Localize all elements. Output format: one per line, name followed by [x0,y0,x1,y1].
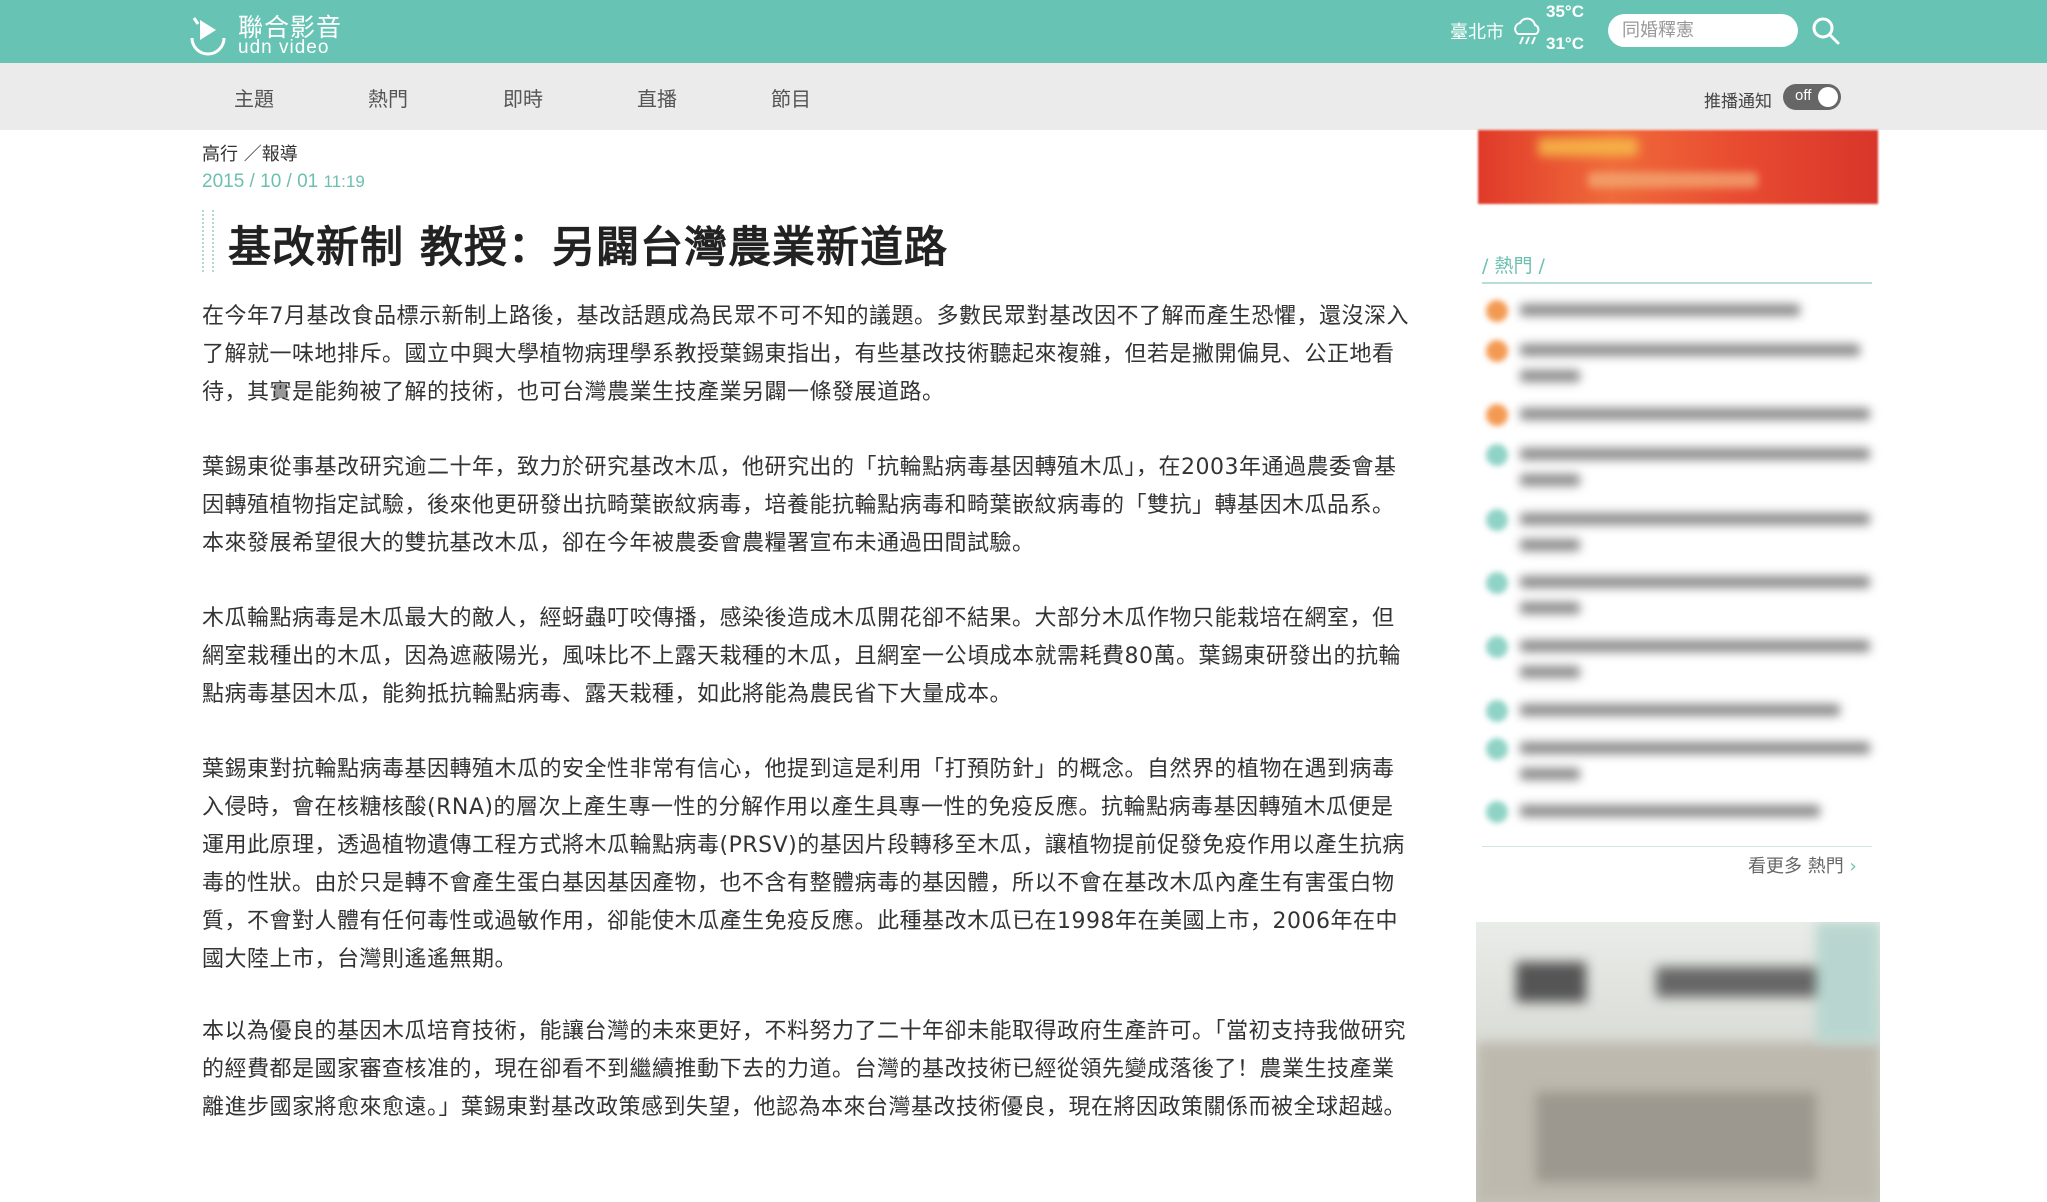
article-paragraph: 葉錫東對抗輪點病毒基因轉殖木瓜的安全性非常有信心，他提到這是利用「打預防針」的概… [202,757,1405,972]
rank-badge [1486,801,1508,823]
top-header: 聯合影音 udn video 臺北市 35°C 31°C [0,0,2047,63]
hot-item-title-blurred [1520,336,1875,396]
nav-item-programs[interactable]: 節目 [771,83,811,112]
more-hot-label: 看更多 熱門 [1748,856,1844,877]
hot-item-title-blurred [1520,400,1875,430]
article-paragraph: 木瓜輪點病毒是木瓜最大的敵人，經蚜蟲叮咬傳播，感染後造成木瓜開花卻不結果。大部分… [202,606,1401,707]
hot-item-title-blurred [1520,568,1875,628]
date-month-day: 10 / 01 [260,171,319,192]
hot-item-title-blurred [1520,440,1875,500]
sidebar-top-ad[interactable] [1478,130,1878,204]
breadcrumb: 高行 ／報導 [202,144,298,165]
hot-section-heading: / 熱門 / [1482,255,1545,277]
push-notification-toggle[interactable]: off [1783,84,1841,110]
hot-section-divider [1482,282,1872,284]
search-icon[interactable] [1810,15,1842,47]
nav-item-latest[interactable]: 即時 [503,83,543,112]
hot-item-title-blurred [1520,632,1875,692]
temperature-high: 35°C [1546,2,1584,21]
date-time: 11:19 [323,172,365,191]
toggle-state-text: off [1795,87,1812,104]
article-title: 基改新制 教授：另闢台灣農業新道路 [228,223,948,273]
push-notification-label: 推播通知 [1704,92,1772,112]
play-logo-icon [190,17,226,56]
more-hot-link[interactable]: 看更多 熱門 › [1748,852,1857,878]
logo-english-text: udn video [238,37,330,58]
hot-item-title-blurred [1520,505,1875,565]
hot-item-title-blurred [1520,734,1875,794]
article-paragraph: 葉錫東從事基改研究逾二十年，致力於研究基改木瓜，他研究出的「抗輪點病毒基因轉殖木… [202,455,1397,556]
nav-item-topics[interactable]: 主題 [234,83,274,112]
weather-city: 臺北市 [1450,22,1504,43]
hot-list-bottom-divider [1482,846,1872,847]
search-input[interactable] [1608,14,1798,47]
rank-badge [1486,404,1508,426]
rain-cloud-icon [1514,17,1540,45]
main-nav: 主題 熱門 即時 直播 節目 推播通知 off [0,63,2047,130]
nav-item-live[interactable]: 直播 [637,83,677,112]
rank-badge [1486,738,1508,760]
hot-item-title-blurred [1520,696,1875,726]
article-paragraph: 本以為優良的基因木瓜培育技術，能讓台灣的未來更好，不料努力了二十年卻未能取得政府… [202,1019,1407,1120]
sidebar-bottom-ad[interactable] [1476,922,1880,1202]
hot-item-title-blurred [1520,797,1875,827]
rank-badge [1486,340,1508,362]
rank-badge [1486,444,1508,466]
nav-item-hot[interactable]: 熱門 [368,83,408,112]
date-year: 2015 [202,171,245,192]
title-accent-rule [202,210,214,272]
publish-date: 2015 / 10 / 01 11:19 [202,171,365,192]
rank-badge [1486,636,1508,658]
rank-badge [1486,509,1508,531]
rank-badge [1486,700,1508,722]
rank-badge [1486,572,1508,594]
toggle-knob [1818,87,1838,107]
chevron-right-icon: › [1849,856,1857,877]
rank-badge [1486,300,1508,322]
temperature-low: 31°C [1546,34,1584,53]
hot-item-title-blurred [1520,296,1875,326]
udn-video-logo[interactable]: 聯合影音 udn video [186,8,356,58]
article-paragraph: 在今年7月基改食品標示新制上路後，基改話題成為民眾不可不知的議題。多數民眾對基改… [202,304,1410,405]
